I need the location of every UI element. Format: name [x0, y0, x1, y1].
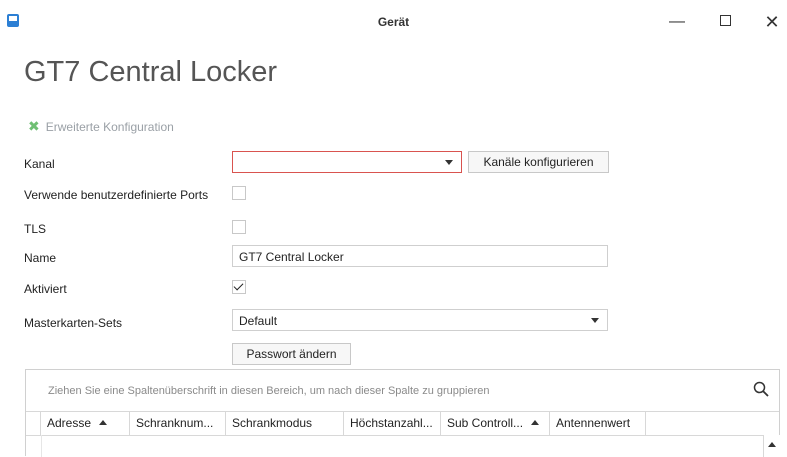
data-grid: Ziehen Sie eine Spaltenüberschrift in di…: [25, 369, 780, 457]
kanal-label: Kanal: [24, 157, 55, 171]
column-label: Adresse: [47, 416, 92, 430]
tls-checkbox[interactable]: [232, 220, 246, 234]
active-checkbox[interactable]: [232, 280, 246, 294]
master-sets-label: Masterkarten-Sets: [24, 316, 123, 330]
active-label: Aktiviert: [24, 282, 67, 296]
master-sets-dropdown[interactable]: Default: [232, 309, 608, 331]
group-hint: Ziehen Sie eine Spaltenüberschrift in di…: [48, 385, 490, 397]
column-header-schrankmodus[interactable]: Schrankmodus: [226, 412, 344, 435]
kanal-dropdown[interactable]: [232, 151, 462, 173]
configure-channels-button[interactable]: Kanäle konfigurieren: [468, 151, 609, 173]
master-sets-value: Default: [239, 314, 278, 328]
advanced-config-label: Erweiterte Konfiguration: [45, 120, 174, 134]
page-title: GT7 Central Locker: [24, 56, 278, 88]
column-header-antennenwert[interactable]: Antennenwert: [550, 412, 646, 435]
advanced-config-link[interactable]: ✖ Erweiterte Konfiguration: [28, 118, 174, 135]
scroll-up-icon[interactable]: [768, 442, 776, 447]
column-headers: Adresse Schranknum... Schrankmodus Höchs…: [26, 411, 779, 436]
search-icon[interactable]: [753, 381, 769, 397]
name-label: Name: [24, 251, 57, 265]
sort-ascending-icon: [99, 420, 108, 426]
maximize-button[interactable]: [710, 10, 740, 34]
column-label: Schranknum...: [136, 416, 214, 430]
close-button[interactable]: ✕: [757, 10, 787, 34]
tls-label: TLS: [24, 222, 47, 236]
column-label: Sub Controll...: [447, 416, 524, 430]
column-header-adresse[interactable]: Adresse: [41, 412, 130, 435]
group-panel[interactable]: Ziehen Sie eine Spaltenüberschrift in di…: [26, 370, 779, 410]
column-header-hoechstanzahl[interactable]: Höchstanzahl...: [344, 412, 441, 435]
column-label: Antennenwert: [556, 416, 631, 430]
column-header-sub-controller[interactable]: Sub Controll...: [441, 412, 550, 435]
vertical-scrollbar[interactable]: [763, 435, 780, 457]
minimize-button[interactable]: —: [662, 10, 692, 34]
name-value: GT7 Central Locker: [239, 250, 344, 264]
chevron-down-icon: [591, 318, 599, 323]
row-indicator-header: [26, 412, 41, 435]
title-bar: Gerät — ✕: [0, 0, 787, 40]
sort-ascending-icon: [531, 420, 540, 426]
column-header-schranknummer[interactable]: Schranknum...: [130, 412, 226, 435]
column-label: Schrankmodus: [232, 416, 313, 430]
column-label: Höchstanzahl...: [350, 416, 433, 430]
tools-icon: ✖: [28, 118, 40, 134]
grid-divider: [41, 435, 42, 457]
maximize-icon: [719, 14, 731, 26]
change-password-button[interactable]: Passwort ändern: [232, 343, 351, 365]
custom-ports-label: Verwende benutzerdefinierte Ports: [24, 188, 209, 202]
name-input[interactable]: GT7 Central Locker: [232, 245, 608, 267]
custom-ports-checkbox[interactable]: [232, 186, 246, 200]
chevron-down-icon: [445, 160, 453, 165]
